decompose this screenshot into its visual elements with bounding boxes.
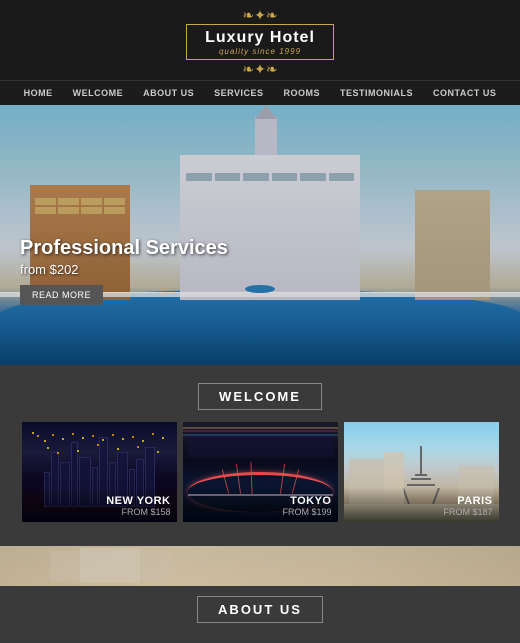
logo-subtitle: quality since 1999 (205, 47, 315, 56)
tokyo-price: FROM $199 (189, 507, 332, 517)
paris-overlay: PARIS FROM $187 (344, 487, 499, 522)
welcome-title: WELCOME (198, 383, 322, 410)
paris-price: FROM $187 (350, 507, 493, 517)
ornament-bottom-icon: ❧✦❧ (0, 62, 520, 76)
logo-title: Luxury Hotel (205, 28, 315, 47)
tokyo-name: TOKYO (189, 495, 332, 507)
read-more-button[interactable]: READ MORE (20, 285, 103, 305)
welcome-section: WELCOME (0, 365, 520, 534)
nav-services[interactable]: SERVICES (204, 81, 273, 105)
city-cards: NEW YORK FROM $158 (0, 422, 520, 522)
logo-frame: Luxury Hotel quality since 1999 (186, 24, 334, 60)
header: ❧✦❧ Luxury Hotel quality since 1999 ❧✦❧ (0, 0, 520, 81)
paris-name: PARIS (350, 495, 493, 507)
ny-price: FROM $158 (28, 507, 171, 517)
city-card-tokyo[interactable]: TOKYO FROM $199 (183, 422, 338, 522)
city-card-paris[interactable]: PARIS FROM $187 (344, 422, 499, 522)
main-nav: HOME WELCOME ABOUT US SERVICES ROOMS TES… (0, 81, 520, 105)
ny-name: NEW YORK (28, 495, 171, 507)
ny-overlay: NEW YORK FROM $158 (22, 487, 177, 522)
tokyo-overlay: TOKYO FROM $199 (183, 487, 338, 522)
ny-city-lights (32, 432, 34, 434)
nav-rooms[interactable]: ROOMS (274, 81, 331, 105)
tokyo-lights-line (183, 427, 338, 429)
about-section: ABOUT US (0, 534, 520, 643)
hero-title: Professional Services (20, 236, 228, 260)
hero-content: Professional Services from $202 READ MOR… (20, 236, 228, 305)
nav-home[interactable]: HOME (14, 81, 63, 105)
about-title: ABOUT US (197, 596, 323, 623)
city-card-newyork[interactable]: NEW YORK FROM $158 (22, 422, 177, 522)
about-preview-image (0, 546, 520, 586)
nav-contact[interactable]: CONTACT US (423, 81, 506, 105)
ornament-top-icon: ❧✦❧ (0, 8, 520, 22)
hero-overlay (0, 105, 520, 365)
hero-price: from $202 (20, 262, 228, 277)
nav-welcome[interactable]: WELCOME (63, 81, 134, 105)
nav-testimonials[interactable]: TESTIMONIALS (330, 81, 423, 105)
nav-about[interactable]: ABOUT US (133, 81, 204, 105)
tokyo-bg-buildings (188, 427, 333, 457)
hero-section: Professional Services from $202 READ MOR… (0, 105, 520, 365)
